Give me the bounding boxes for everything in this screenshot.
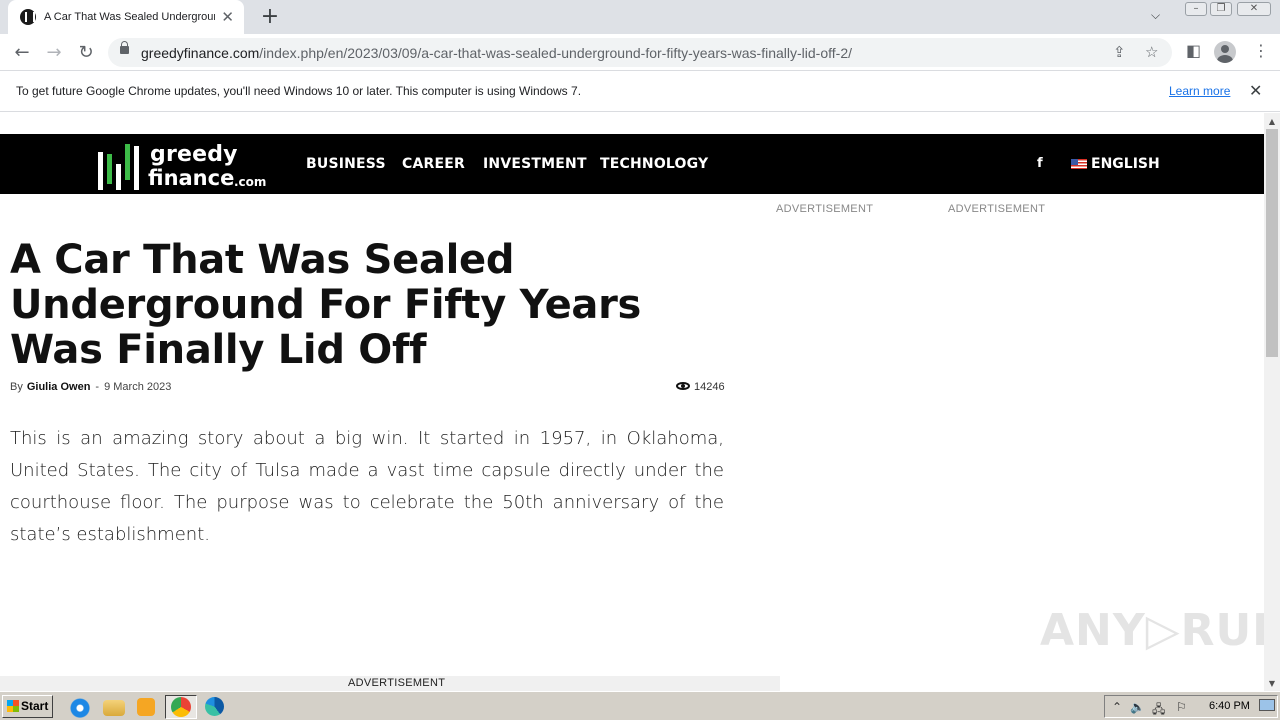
logo-word-com: .com	[234, 175, 267, 189]
show-desktop-icon[interactable]	[1259, 699, 1275, 711]
browser-toolbar: ← → ↻ greedyfinance.com/index.php/en/202…	[0, 34, 1280, 71]
lock-icon	[120, 41, 129, 54]
volume-icon[interactable]: 🔈	[1130, 700, 1145, 714]
taskbar-clock[interactable]: 6:40 PM	[1209, 700, 1250, 712]
site-logo[interactable]: greedy finance .com	[98, 142, 274, 190]
reload-icon[interactable]: ↻	[73, 40, 99, 66]
language-selector[interactable]: ENGLISH	[1091, 134, 1160, 194]
share-icon[interactable]: ⇪	[1113, 43, 1126, 61]
scroll-up-arrow-icon[interactable]: ▲	[1264, 115, 1280, 129]
network-icon[interactable]: 🖧	[1152, 700, 1165, 721]
ad-label-right-1: ADVERTISEMENT	[776, 203, 874, 215]
update-infobar: To get future Google Chrome updates, you…	[0, 71, 1280, 112]
site-favicon-icon	[20, 9, 36, 25]
eye-icon	[676, 382, 690, 391]
article-meta: By Giulia Owen -9 March 2023	[10, 381, 171, 393]
edge-icon[interactable]	[205, 697, 224, 716]
anyrun-watermark: ANY▷RUN	[1040, 605, 1264, 656]
scroll-thumb[interactable]	[1266, 129, 1278, 357]
chrome-icon	[171, 697, 191, 717]
address-bar[interactable]: greedyfinance.com/index.php/en/2023/03/0…	[108, 38, 1172, 67]
minimize-window-icon[interactable]: –	[1185, 2, 1207, 16]
scroll-down-arrow-icon[interactable]: ▼	[1264, 677, 1280, 691]
nav-business[interactable]: BUSINESS	[306, 134, 386, 194]
browser-tab[interactable]: A Car That Was Sealed Underground For Fi…	[8, 0, 244, 34]
author-link[interactable]: Giulia Owen	[27, 381, 91, 393]
start-label: Start	[21, 699, 49, 713]
page-scrollbar[interactable]: ▲ ▼	[1264, 113, 1280, 691]
article-paragraph: This is an amazing story about a big win…	[10, 428, 724, 545]
bottom-ad-strip: ADVERTISEMENT	[0, 676, 780, 691]
tab-search-chevron-icon[interactable]: ⌵	[1151, 8, 1160, 23]
view-count-value: 14246	[694, 381, 725, 393]
site-navbar: greedy finance .com BUSINESS CAREER INVE…	[0, 134, 1264, 194]
chrome-taskbar-button[interactable]	[165, 695, 197, 719]
windows-taskbar: Start ⌃ 🔈 🖧 ⚐ 6:40 PM	[0, 691, 1280, 720]
page-viewport: greedy finance .com BUSINESS CAREER INVE…	[0, 113, 1264, 691]
ad-label-bottom: ADVERTISEMENT	[348, 677, 446, 689]
infobar-close-icon[interactable]: ✕	[1249, 81, 1262, 100]
new-tab-button[interactable]: +	[258, 5, 282, 29]
profile-avatar-icon[interactable]	[1214, 41, 1236, 63]
logo-candlestick-icon	[98, 144, 140, 190]
restore-window-icon[interactable]: ❐	[1210, 2, 1232, 16]
forward-arrow-icon[interactable]: →	[41, 40, 67, 66]
by-label: By	[10, 381, 23, 393]
tab-title: A Car That Was Sealed Underground For Fi…	[44, 11, 215, 23]
nav-career[interactable]: CAREER	[402, 134, 465, 194]
infobar-message: To get future Google Chrome updates, you…	[16, 84, 582, 98]
publish-date: 9 March 2023	[104, 381, 172, 393]
bookmark-star-icon[interactable]: ☆	[1145, 43, 1158, 61]
close-tab-icon[interactable]: ✕	[221, 9, 234, 25]
show-hidden-icons-icon[interactable]: ⌃	[1112, 700, 1122, 714]
nav-technology[interactable]: TECHNOLOGY	[600, 134, 708, 194]
close-window-icon[interactable]: ✕	[1237, 2, 1271, 16]
us-flag-icon	[1071, 159, 1087, 169]
learn-more-link[interactable]: Learn more	[1169, 84, 1230, 98]
back-arrow-icon[interactable]: ←	[9, 40, 35, 66]
url-text: greedyfinance.com/index.php/en/2023/03/0…	[141, 45, 852, 61]
system-tray: ⌃ 🔈 🖧 ⚐	[1104, 695, 1278, 718]
facebook-icon[interactable]: f	[1037, 134, 1043, 194]
file-explorer-icon[interactable]	[103, 700, 125, 716]
tab-strip: A Car That Was Sealed Underground For Fi…	[0, 0, 1280, 34]
side-panel-icon[interactable]: ◧	[1186, 41, 1201, 60]
nav-investment[interactable]: INVESTMENT	[483, 134, 587, 194]
action-center-flag-icon[interactable]: ⚐	[1176, 700, 1187, 714]
view-count: 14246	[676, 381, 725, 393]
logo-word-greedy: greedy	[150, 142, 238, 167]
menu-kebab-icon[interactable]: ⋮	[1253, 41, 1269, 60]
article-title: A Car That Was Sealed Underground For Fi…	[10, 237, 642, 373]
start-button[interactable]: Start	[2, 695, 53, 718]
internet-explorer-icon[interactable]	[69, 696, 91, 718]
media-player-icon[interactable]	[137, 698, 155, 716]
ad-label-right-2: ADVERTISEMENT	[948, 203, 1046, 215]
url-path: /index.php/en/2023/03/09/a-car-that-was-…	[259, 45, 852, 61]
windows-logo-icon	[7, 700, 19, 712]
meta-separator: -	[95, 381, 100, 393]
logo-word-finance: finance	[148, 166, 235, 190]
url-host: greedyfinance.com	[141, 45, 260, 61]
